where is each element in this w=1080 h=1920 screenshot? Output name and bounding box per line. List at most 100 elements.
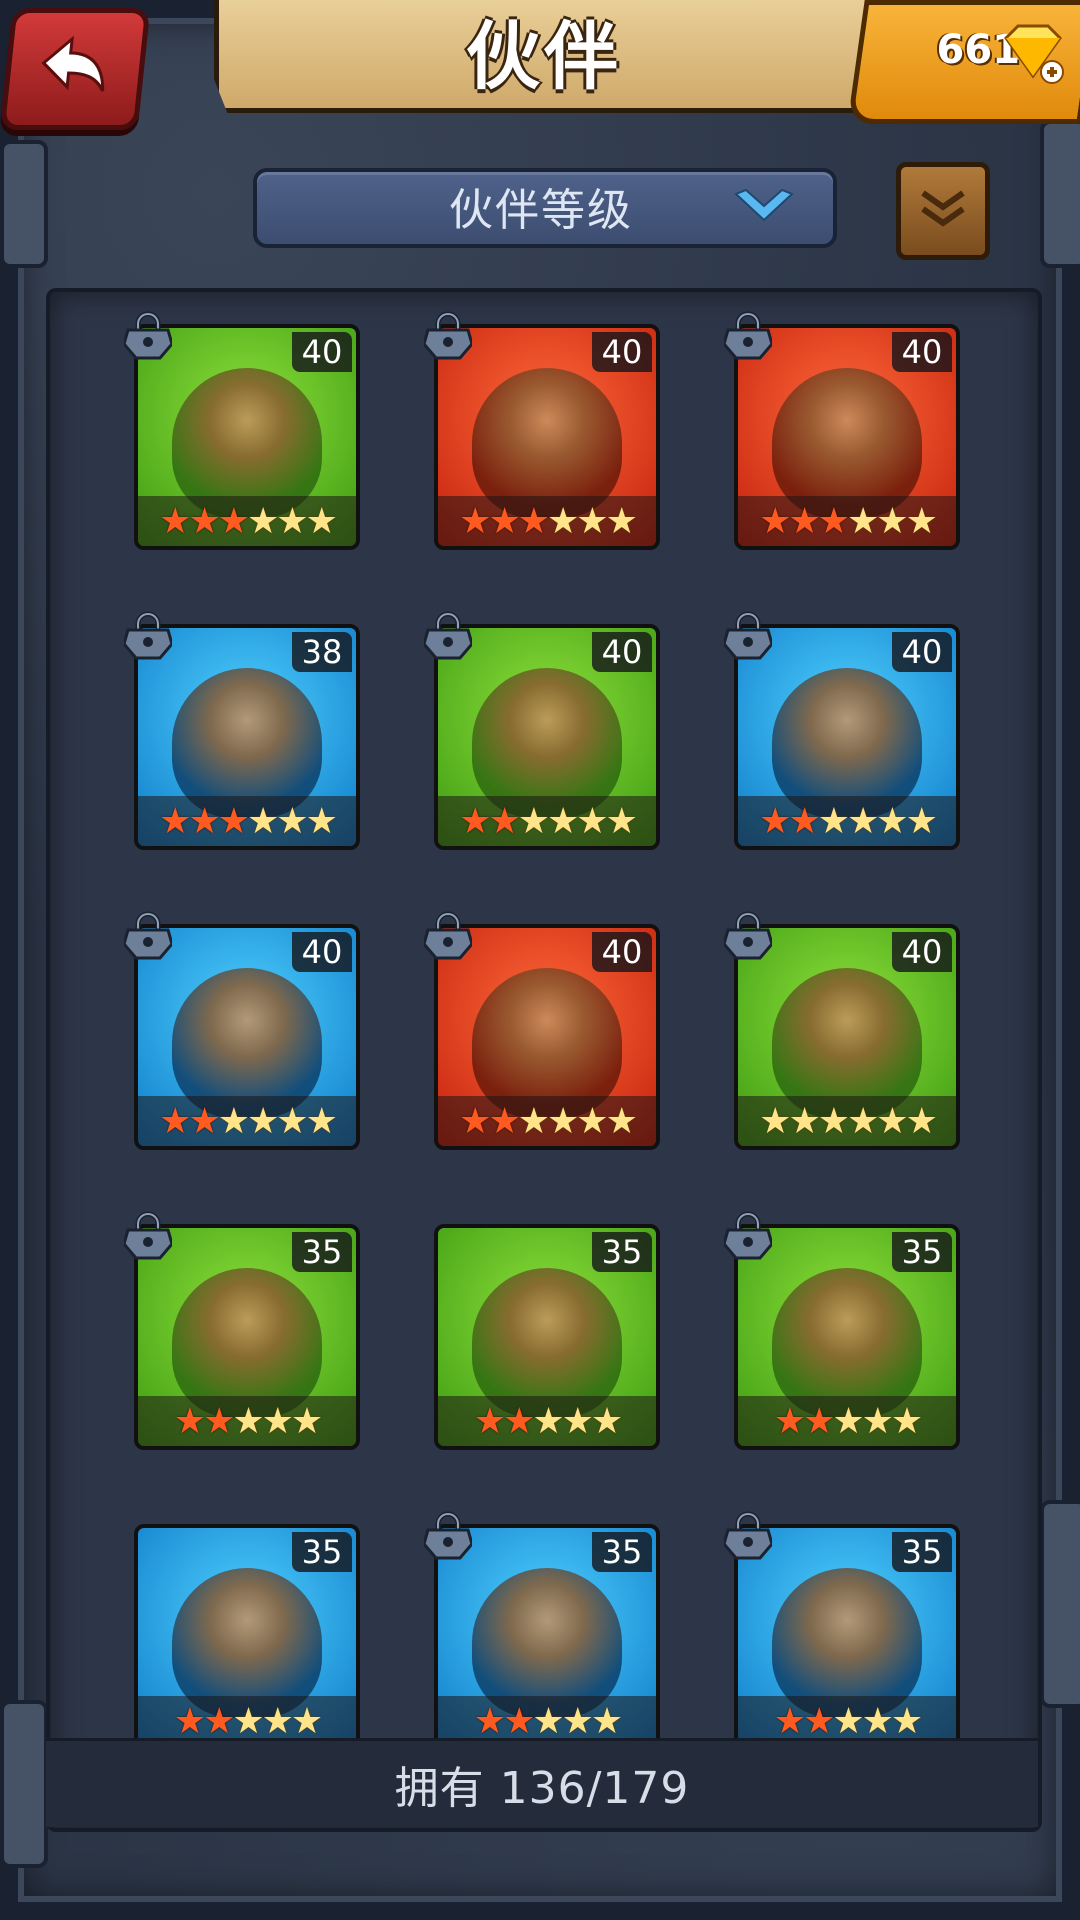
partner-card[interactable]: 35 ★ ★ ★ ★ ★ — [724, 1511, 960, 1750]
filter-scroll-button[interactable] — [896, 162, 990, 260]
partner-card[interactable]: 40 ★ ★ ★ ★ ★ ★ — [124, 311, 360, 550]
partner-card[interactable]: 35 ★ ★ ★ ★ ★ — [424, 1511, 660, 1750]
back-button[interactable] — [0, 8, 151, 130]
red-star-icon: ★ — [788, 500, 820, 542]
gold-star-icon: ★ — [832, 1700, 864, 1742]
red-star-icon: ★ — [803, 1400, 835, 1442]
rock-decoration — [0, 140, 48, 268]
gold-star-icon: ★ — [861, 1400, 894, 1442]
chevron-down-icon[interactable] — [732, 188, 796, 228]
star-rating: ★ ★ ★ ★ ★ ★ — [138, 796, 356, 846]
red-star-icon: ★ — [459, 1100, 491, 1142]
partner-portrait-frame: 35 ★ ★ ★ ★ ★ — [434, 1224, 660, 1450]
star-rating: ★ ★ ★ ★ ★ ★ — [738, 796, 956, 846]
level-badge: 40 — [592, 332, 652, 372]
gold-star-icon: ★ — [905, 500, 938, 542]
red-star-icon: ★ — [203, 1400, 235, 1442]
lock-icon[interactable] — [424, 910, 472, 960]
red-star-icon: ★ — [217, 800, 250, 842]
level-badge: 40 — [592, 632, 652, 672]
red-star-icon: ★ — [217, 500, 250, 542]
lock-icon[interactable] — [124, 610, 172, 660]
gold-star-icon: ★ — [547, 800, 579, 842]
rock-decoration — [1040, 120, 1080, 268]
back-arrow-icon — [41, 35, 105, 92]
gold-star-icon: ★ — [832, 1400, 864, 1442]
gold-star-icon: ★ — [788, 1100, 820, 1142]
partner-card[interactable]: 40 ★ ★ ★ ★ ★ ★ — [724, 611, 960, 850]
red-star-icon: ★ — [459, 800, 491, 842]
gold-star-icon: ★ — [276, 1100, 308, 1142]
lock-icon[interactable] — [724, 1210, 772, 1260]
partner-card[interactable]: 40 ★ ★ ★ ★ ★ ★ — [424, 611, 660, 850]
gold-star-icon: ★ — [305, 1100, 338, 1142]
gold-star-icon: ★ — [261, 1400, 294, 1442]
lock-icon[interactable] — [424, 610, 472, 660]
gold-star-icon: ★ — [576, 800, 608, 842]
partner-card[interactable]: 35 ★ ★ ★ ★ ★ — [134, 1524, 360, 1750]
red-star-icon: ★ — [773, 1700, 806, 1742]
lock-icon[interactable] — [724, 610, 772, 660]
partner-card[interactable]: 35 ★ ★ ★ ★ ★ — [434, 1224, 660, 1450]
partner-grid: 40 ★ ★ ★ ★ ★ ★ 40 ★ ★ ★ ★ ★ ★ 40 ★ ★ ★ ★ ★ ★ 38 ★ ★ ★ ★ ★ ★ 40 ★ ★ ★ ★ ★ ★… — [46, 288, 1042, 1832]
star-rating: ★ ★ ★ ★ ★ — [738, 1396, 956, 1446]
lock-icon[interactable] — [124, 310, 172, 360]
page-title: 伙伴 — [466, 13, 622, 100]
red-star-icon: ★ — [817, 500, 850, 542]
lock-icon[interactable] — [724, 1510, 772, 1560]
gold-star-icon: ★ — [232, 1400, 264, 1442]
lock-icon[interactable] — [124, 1210, 172, 1260]
gold-star-icon: ★ — [276, 800, 308, 842]
partner-card[interactable]: 35 ★ ★ ★ ★ ★ — [724, 1211, 960, 1450]
level-badge: 40 — [892, 932, 952, 972]
red-star-icon: ★ — [488, 1100, 520, 1142]
partner-card[interactable]: 38 ★ ★ ★ ★ ★ ★ — [124, 611, 360, 850]
gold-star-icon: ★ — [517, 800, 550, 842]
gold-star-icon: ★ — [532, 1700, 564, 1742]
gold-star-icon: ★ — [217, 1100, 250, 1142]
lock-icon[interactable] — [124, 910, 172, 960]
red-star-icon: ★ — [159, 800, 191, 842]
lock-icon[interactable] — [724, 310, 772, 360]
partner-card[interactable]: 35 ★ ★ ★ ★ ★ — [124, 1211, 360, 1450]
red-star-icon: ★ — [173, 1700, 206, 1742]
gold-star-icon: ★ — [532, 1400, 564, 1442]
gold-star-icon: ★ — [305, 800, 338, 842]
red-star-icon: ★ — [803, 1700, 835, 1742]
partner-card[interactable]: 40 ★ ★ ★ ★ ★ ★ — [424, 311, 660, 550]
gold-star-icon: ★ — [847, 1100, 879, 1142]
gold-star-icon: ★ — [861, 1700, 894, 1742]
red-star-icon: ★ — [488, 500, 520, 542]
gold-star-icon: ★ — [847, 800, 879, 842]
level-badge: 35 — [892, 1532, 952, 1572]
gold-star-icon: ★ — [547, 500, 579, 542]
lock-icon[interactable] — [724, 910, 772, 960]
star-rating: ★ ★ ★ ★ ★ ★ — [738, 1096, 956, 1146]
red-star-icon: ★ — [759, 800, 791, 842]
level-badge: 38 — [292, 632, 352, 672]
gold-star-icon: ★ — [905, 1100, 938, 1142]
lock-icon[interactable] — [424, 310, 472, 360]
red-star-icon: ★ — [159, 1100, 191, 1142]
level-badge: 40 — [292, 332, 352, 372]
gold-star-icon: ★ — [605, 500, 638, 542]
red-star-icon: ★ — [503, 1700, 535, 1742]
partner-card[interactable]: 40 ★ ★ ★ ★ ★ ★ — [424, 911, 660, 1150]
gold-star-icon: ★ — [232, 1700, 264, 1742]
partner-card[interactable]: 40 ★ ★ ★ ★ ★ ★ — [724, 911, 960, 1150]
level-badge: 40 — [592, 932, 652, 972]
red-star-icon: ★ — [788, 800, 820, 842]
star-rating: ★ ★ ★ ★ ★ ★ — [138, 1096, 356, 1146]
gold-star-icon: ★ — [561, 1400, 594, 1442]
owned-count: 拥有 136/179 — [46, 1738, 1038, 1827]
gold-star-icon: ★ — [247, 500, 279, 542]
partner-card[interactable]: 40 ★ ★ ★ ★ ★ ★ — [724, 311, 960, 550]
diamond-plus-icon[interactable] — [1000, 22, 1066, 84]
scroll-icon — [921, 190, 965, 227]
red-star-icon: ★ — [188, 800, 220, 842]
level-badge: 40 — [892, 332, 952, 372]
partner-card[interactable]: 40 ★ ★ ★ ★ ★ ★ — [124, 911, 360, 1150]
star-rating: ★ ★ ★ ★ ★ — [138, 1396, 356, 1446]
red-star-icon: ★ — [459, 500, 491, 542]
lock-icon[interactable] — [424, 1510, 472, 1560]
